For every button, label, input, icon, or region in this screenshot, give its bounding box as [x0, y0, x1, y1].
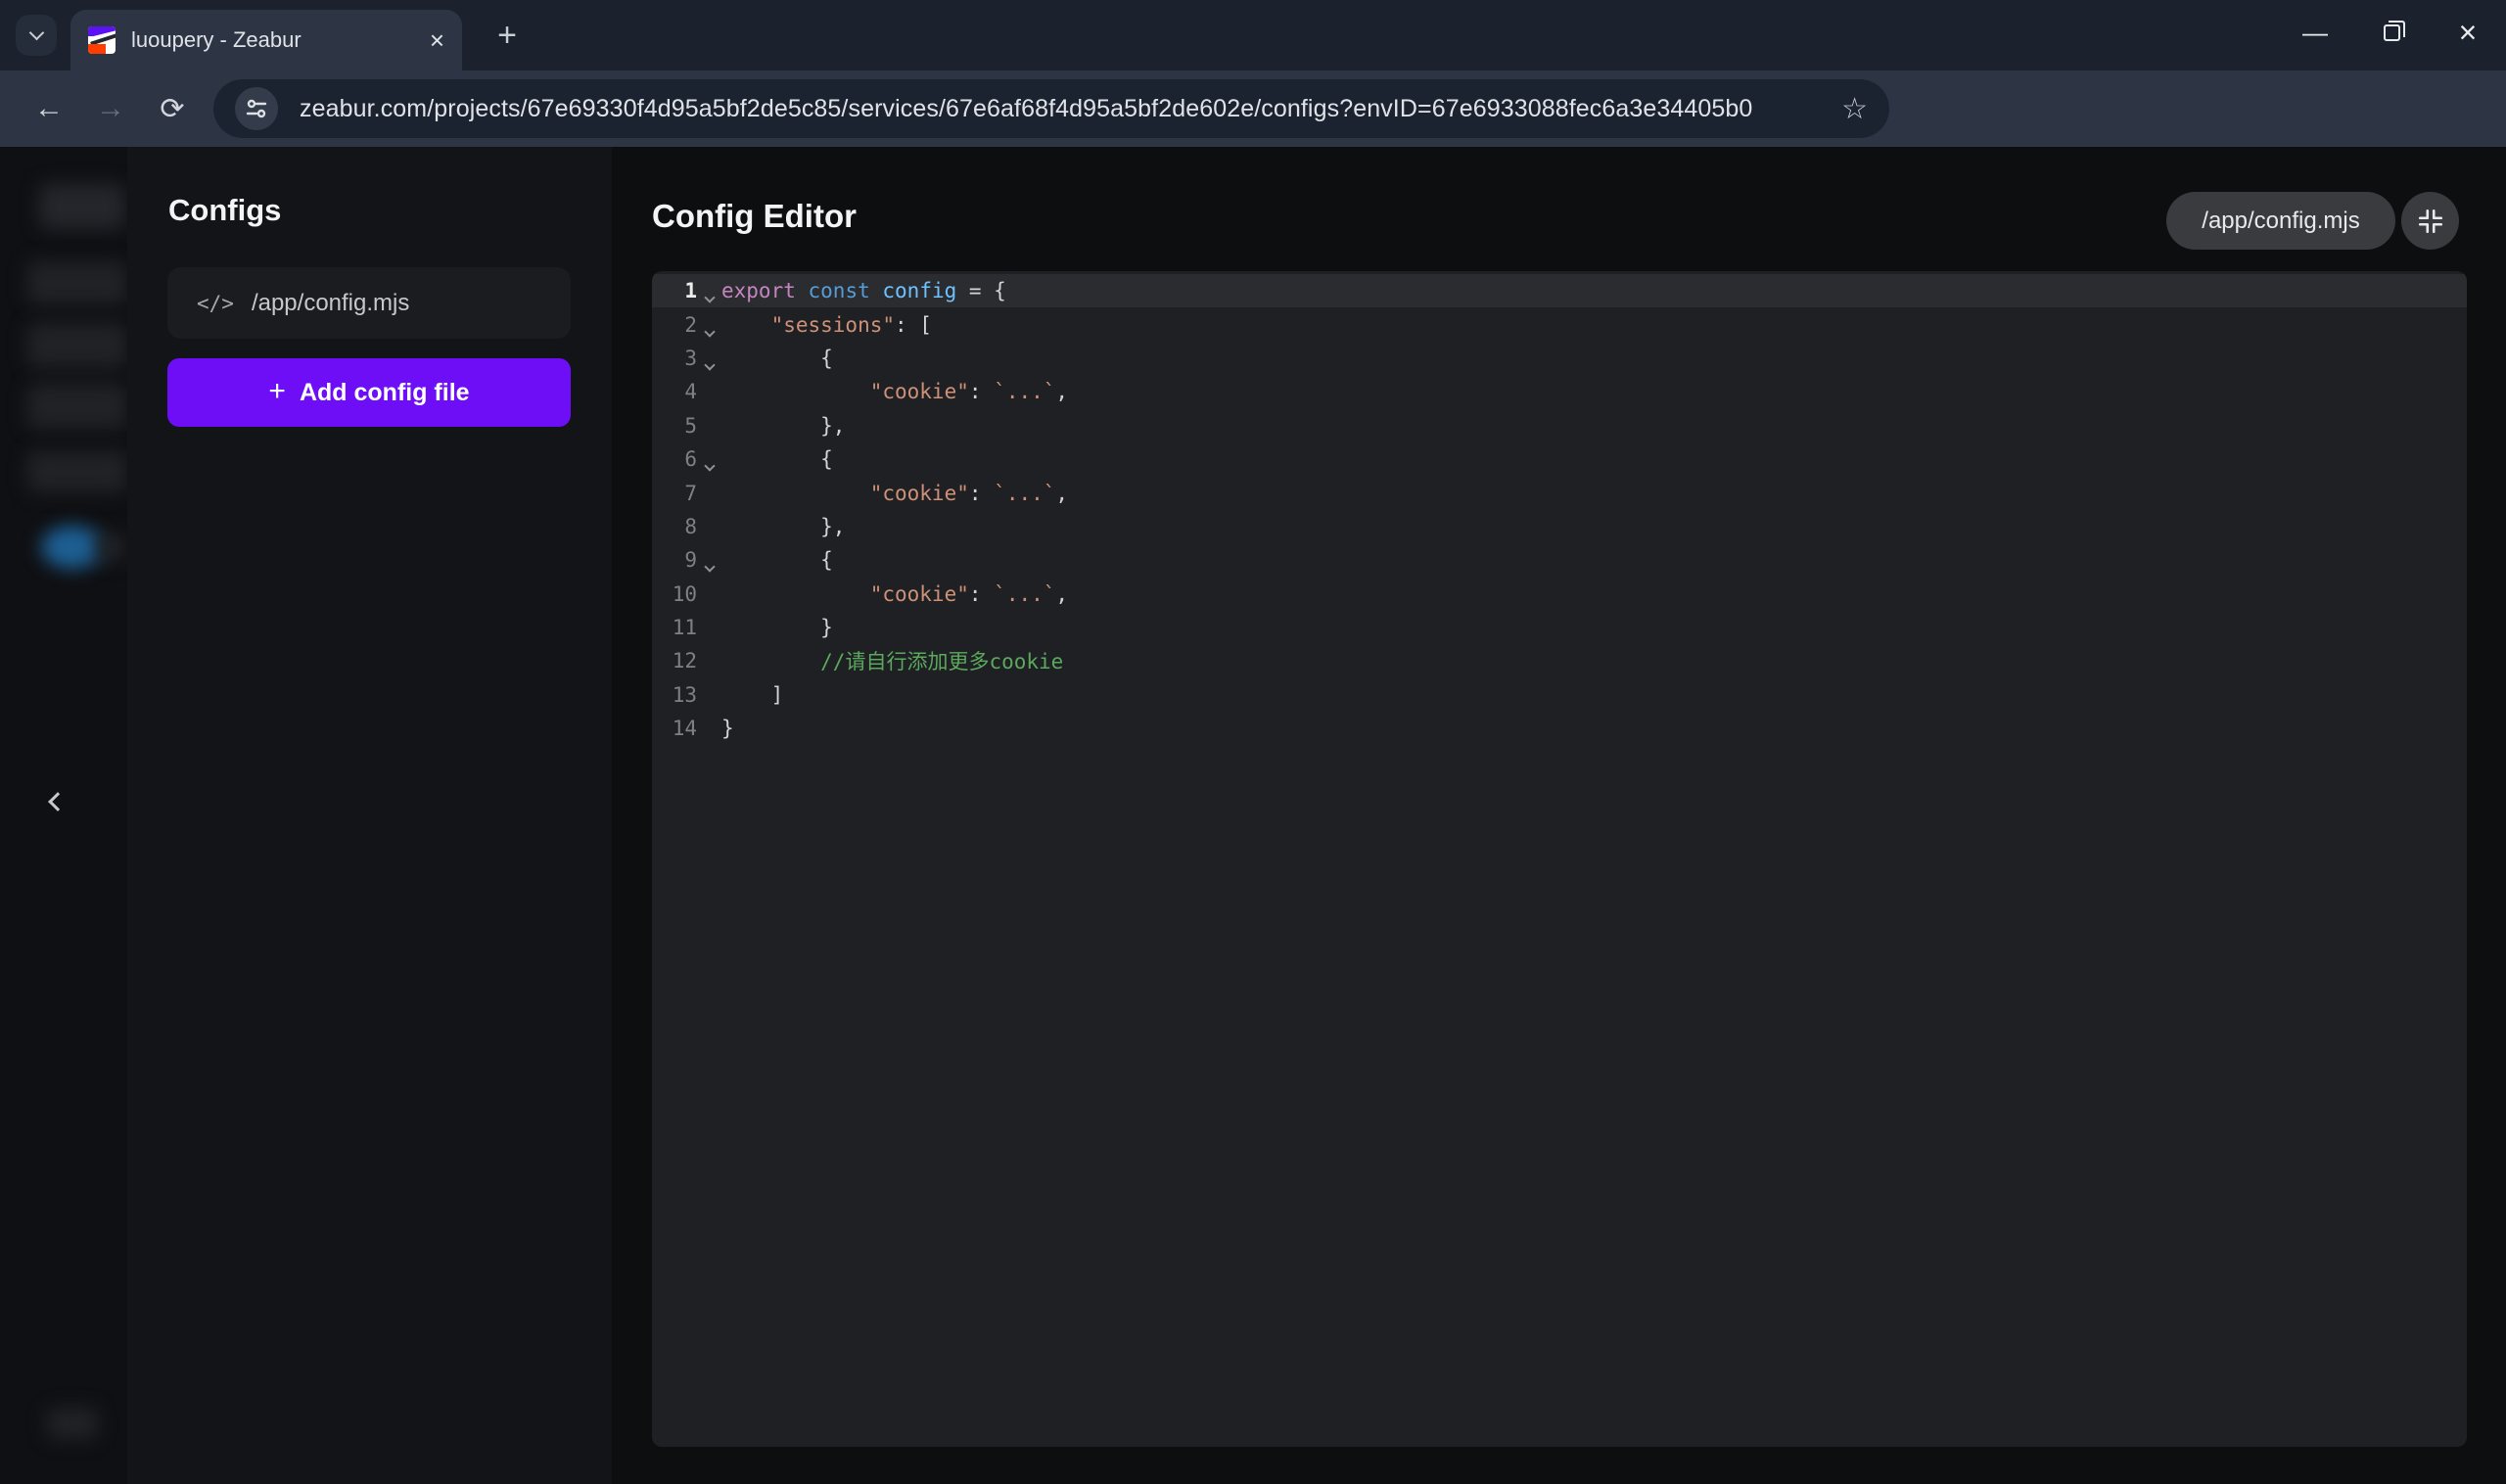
- line-number: 3: [652, 347, 697, 370]
- forward-button[interactable]: →: [83, 70, 138, 147]
- code-text: }: [721, 717, 734, 740]
- code-file-icon: </>: [197, 292, 234, 315]
- project-sidebar: [0, 147, 127, 1484]
- fold-chevron-icon[interactable]: [697, 348, 721, 369]
- line-number: 12: [652, 649, 697, 672]
- reload-button[interactable]: ⟳: [145, 70, 200, 147]
- code-text: },: [721, 515, 845, 538]
- tab-close-icon[interactable]: ×: [430, 27, 444, 53]
- code-line-14[interactable]: 14}: [652, 712, 2467, 745]
- redacted-sidebar-item[interactable]: [27, 323, 127, 368]
- line-number: 10: [652, 582, 697, 606]
- code-line-4[interactable]: 4 "cookie": `...`,: [652, 375, 2467, 408]
- code-editor[interactable]: 1export const config = {2 "sessions": [3…: [652, 271, 2467, 1447]
- code-text: }: [721, 616, 833, 639]
- config-file-item[interactable]: </> /app/config.mjs: [167, 267, 571, 339]
- line-number: 6: [652, 447, 697, 471]
- sidebar-collapse-button[interactable]: [51, 795, 76, 820]
- address-bar[interactable]: zeabur.com/projects/67e69330f4d95a5bf2de…: [213, 79, 1889, 138]
- code-line-6[interactable]: 6 {: [652, 442, 2467, 476]
- code-line-5[interactable]: 5 },: [652, 409, 2467, 442]
- code-line-8[interactable]: 8 },: [652, 510, 2467, 543]
- url-text[interactable]: zeabur.com/projects/67e69330f4d95a5bf2de…: [300, 95, 1828, 123]
- site-settings-icon[interactable]: [235, 87, 278, 130]
- config-file-name: /app/config.mjs: [252, 290, 409, 317]
- code-line-11[interactable]: 11 }: [652, 611, 2467, 644]
- code-text: //请自行添加更多cookie: [721, 646, 1063, 675]
- redacted-sidebar-item[interactable]: [27, 384, 127, 429]
- redacted-sidebar-item[interactable]: [27, 451, 127, 492]
- chevron-down-icon: [28, 25, 44, 41]
- zeabur-favicon: [88, 26, 116, 54]
- code-line-2[interactable]: 2 "sessions": [: [652, 307, 2467, 341]
- fold-chevron-icon[interactable]: [697, 280, 721, 301]
- window-restore-button[interactable]: [2353, 0, 2430, 65]
- line-number: 1: [652, 279, 697, 302]
- redacted-sidebar-item[interactable]: [39, 184, 125, 229]
- redacted-sidebar-item[interactable]: [27, 261, 127, 304]
- code-line-3[interactable]: 3 {: [652, 342, 2467, 375]
- code-line-10[interactable]: 10 "cookie": `...`,: [652, 578, 2467, 611]
- line-number: 2: [652, 313, 697, 337]
- code-text: "sessions": [: [721, 313, 932, 337]
- code-text: "cookie": `...`,: [721, 582, 1068, 606]
- code-text: {: [721, 347, 833, 370]
- code-text: {: [721, 447, 833, 471]
- line-number: 8: [652, 515, 697, 538]
- chevron-left-icon: [48, 792, 68, 812]
- add-config-file-button[interactable]: + Add config file: [167, 358, 571, 427]
- line-number: 9: [652, 548, 697, 572]
- plus-icon: +: [268, 375, 286, 408]
- tab-title: luoupery - Zeabur: [131, 27, 420, 53]
- add-config-file-label: Add config file: [300, 379, 470, 407]
- code-text: export const config = {: [721, 279, 1006, 302]
- code-line-1[interactable]: 1 export const config = {: [652, 274, 2467, 307]
- code-text: {: [721, 548, 833, 572]
- code-text: ]: [721, 683, 783, 707]
- line-number: 4: [652, 380, 697, 403]
- line-number: 7: [652, 482, 697, 505]
- redacted-service-label[interactable]: [96, 533, 125, 561]
- window-controls: — ×: [2277, 0, 2506, 65]
- line-number: 11: [652, 616, 697, 639]
- code-text: "cookie": `...`,: [721, 482, 1068, 505]
- tab-strip: luoupery - Zeabur × + — ×: [0, 0, 2506, 70]
- code-line-13[interactable]: 13 ]: [652, 678, 2467, 712]
- code-text: },: [721, 414, 845, 438]
- code-line-12[interactable]: 12 //请自行添加更多cookie: [652, 644, 2467, 677]
- configs-panel: Configs </> /app/config.mjs + Add config…: [127, 147, 612, 1484]
- fold-chevron-icon[interactable]: [697, 314, 721, 336]
- collapse-icon: [2417, 208, 2444, 235]
- tab-search-button[interactable]: [16, 15, 57, 56]
- code-line-9[interactable]: 9 {: [652, 543, 2467, 577]
- line-number: 13: [652, 683, 697, 707]
- redacted-service-icon[interactable]: [41, 526, 104, 569]
- line-number: 14: [652, 717, 697, 740]
- code-line-7[interactable]: 7 "cookie": `...`,: [652, 476, 2467, 509]
- browser-toolbar: ← → ⟳ zeabur.com/projects/67e69330f4d95a…: [0, 70, 2506, 147]
- current-file-pill[interactable]: /app/config.mjs: [2166, 192, 2395, 250]
- browser-tab[interactable]: luoupery - Zeabur ×: [70, 10, 462, 70]
- fold-chevron-icon[interactable]: [697, 448, 721, 470]
- code-text: "cookie": `...`,: [721, 380, 1068, 403]
- collapse-editor-button[interactable]: [2401, 192, 2459, 250]
- new-tab-button[interactable]: +: [486, 14, 529, 57]
- fold-chevron-icon[interactable]: [697, 549, 721, 571]
- window-minimize-button[interactable]: —: [2277, 0, 2353, 65]
- page: Configs </> /app/config.mjs + Add config…: [0, 147, 2506, 1484]
- restore-icon: [2384, 24, 2400, 41]
- code-lines: 1export const config = {2 "sessions": [3…: [652, 274, 2467, 745]
- configs-panel-title: Configs: [168, 193, 281, 228]
- window-close-button[interactable]: ×: [2430, 0, 2506, 65]
- back-button[interactable]: ←: [22, 70, 76, 147]
- line-number: 5: [652, 414, 697, 438]
- config-editor-section: Config Editor /app/config.mjs 1 export co…: [612, 147, 2506, 1484]
- config-editor-title: Config Editor: [652, 198, 857, 235]
- redacted-bottom-item[interactable]: [47, 1408, 98, 1439]
- bookmark-star-icon[interactable]: ☆: [1841, 92, 1868, 126]
